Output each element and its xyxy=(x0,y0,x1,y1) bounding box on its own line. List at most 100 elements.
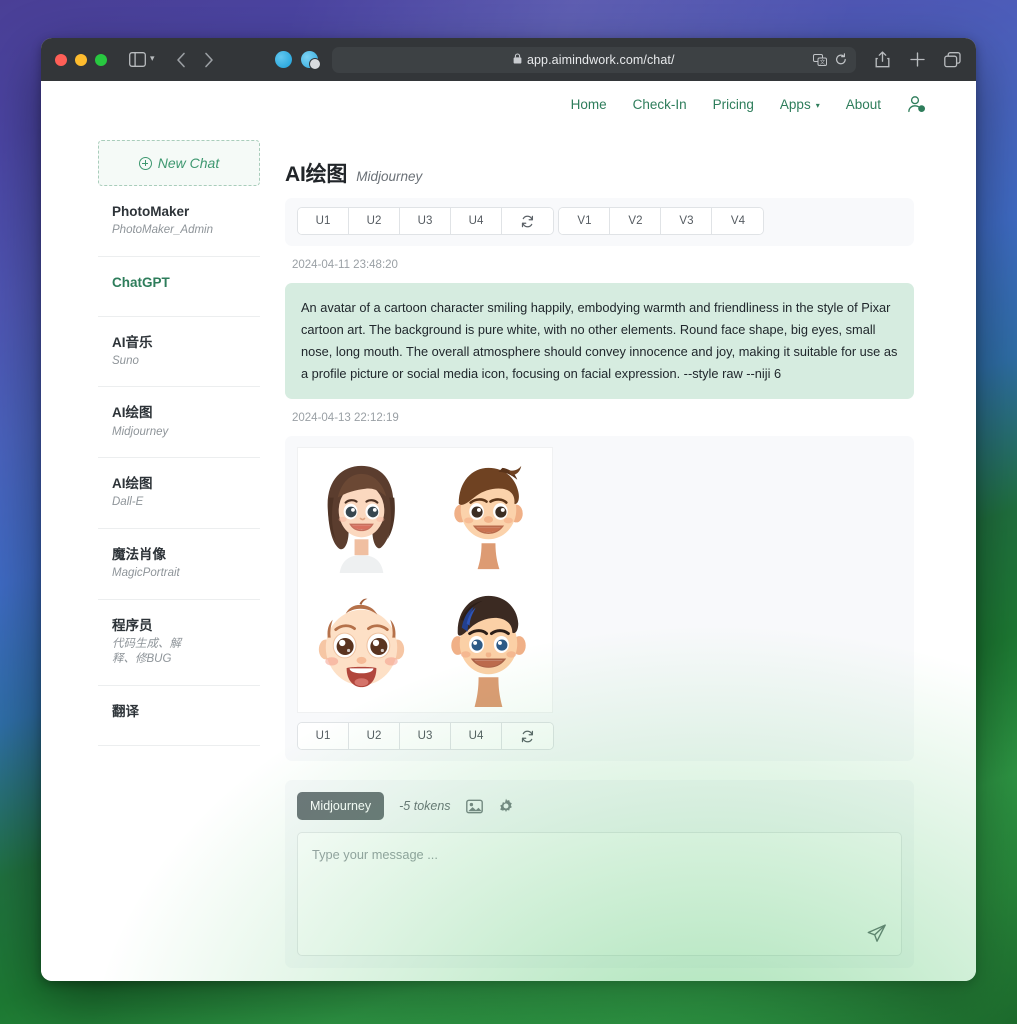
nav-item-pricing-label: Pricing xyxy=(712,96,754,112)
maximize-window-button[interactable] xyxy=(95,53,107,66)
chat-transcript[interactable]: U1 U2 U3 U4 V1 V2 V3 V4 2024-04-11 23:48… xyxy=(285,194,914,968)
generated-image-3[interactable] xyxy=(298,580,425,712)
refresh-icon[interactable] xyxy=(502,208,553,234)
new-chat-button[interactable]: New Chat xyxy=(98,140,260,186)
extension-icons xyxy=(274,51,321,70)
sidebar-item-ai-draw-dalle[interactable]: AI绘图 Dall-E xyxy=(98,458,260,529)
model-selector-chip[interactable]: Midjourney xyxy=(297,792,385,820)
address-bar[interactable]: app.aimindwork.com/chat/ 文 xyxy=(331,46,856,73)
sidebar-item-title: 翻译 xyxy=(112,703,139,719)
page-title: AI绘图 Midjourney xyxy=(285,127,914,188)
sidebar-item-translate[interactable]: 翻译 xyxy=(98,686,260,746)
message-timestamp: 2024-04-13 22:12:19 xyxy=(292,412,399,424)
sidebar-item-title: ChatGPT xyxy=(112,274,170,290)
nav-item-home-label: Home xyxy=(570,96,607,112)
sidebar-item-subtitle: Dall-E xyxy=(112,496,144,509)
extension-one-icon[interactable] xyxy=(274,51,292,68)
variation-v3-button[interactable]: V3 xyxy=(661,208,713,234)
upscale-button-group: U1 U2 U3 U4 xyxy=(297,722,554,750)
nav-item-check-in[interactable]: Check-In xyxy=(633,97,687,112)
message-composer: Midjourney -5 tokens xyxy=(285,780,914,968)
refresh-icon[interactable] xyxy=(502,723,553,749)
extension-two-icon[interactable] xyxy=(300,51,321,70)
sidebar-toggle-icon[interactable] xyxy=(126,49,148,71)
message-input[interactable] xyxy=(298,833,901,955)
tab-overview-icon[interactable] xyxy=(942,50,962,70)
sidebar-item-subtitle: PhotoMaker_Admin xyxy=(112,224,213,237)
upscale-u4-button[interactable]: U4 xyxy=(451,208,502,234)
nav-item-apps-label: Apps xyxy=(779,96,811,112)
lock-icon xyxy=(513,52,522,67)
image-attach-icon[interactable] xyxy=(465,799,483,814)
upscale-u4-button[interactable]: U4 xyxy=(451,723,502,749)
plus-circle-icon xyxy=(138,156,152,170)
variation-v4-button[interactable]: V4 xyxy=(712,208,764,234)
sidebar-item-subtitle: MagicPortrait xyxy=(112,567,180,580)
upscale-u2-button[interactable]: U2 xyxy=(349,208,400,234)
image-grid[interactable] xyxy=(297,447,553,713)
forward-arrow-icon[interactable] xyxy=(197,48,221,72)
variation-button-group: V1 V2 V3 V4 xyxy=(558,207,765,235)
sidebar-item-title: AI音乐 xyxy=(112,334,153,350)
generated-image-panel: U1 U2 U3 U4 xyxy=(285,436,914,761)
variation-v2-button[interactable]: V2 xyxy=(610,208,662,234)
reload-icon[interactable] xyxy=(835,53,847,66)
action-panel-previous: U1 U2 U3 U4 V1 V2 V3 V4 xyxy=(285,198,914,246)
sidebar-item-chatgpt[interactable]: ChatGPT xyxy=(98,257,260,317)
sidebar-item-title: AI绘图 xyxy=(112,405,153,421)
upscale-u1-button[interactable]: U1 xyxy=(298,723,349,749)
upscale-u1-button[interactable]: U1 xyxy=(298,208,349,234)
svg-text:文: 文 xyxy=(820,58,826,66)
nav-item-about-label: About xyxy=(845,96,881,112)
chat-main: AI绘图 Midjourney U1 U2 U3 U4 V1 V2 V3 V4 … xyxy=(260,127,976,981)
page-title-sub: Midjourney xyxy=(356,169,423,184)
sidebar-item-programmer[interactable]: 程序员 代码生成、解释、修BUG xyxy=(98,600,260,686)
nav-item-apps[interactable]: Apps ▾ xyxy=(780,97,820,112)
back-arrow-icon[interactable] xyxy=(169,48,193,72)
sidebar-item-photomaker[interactable]: PhotoMaker PhotoMaker_Admin xyxy=(98,186,260,257)
upscale-u3-button[interactable]: U3 xyxy=(400,723,451,749)
nav-item-check-in-label: Check-In xyxy=(632,96,687,112)
nav-item-pricing[interactable]: Pricing xyxy=(713,97,754,112)
translate-icon[interactable]: 文 xyxy=(813,53,827,66)
web-page: Home Check-In Pricing Apps ▾ About New C… xyxy=(41,81,976,981)
sidebar-item-subtitle: Midjourney xyxy=(112,425,169,438)
plus-icon[interactable] xyxy=(907,50,927,70)
nav-item-about[interactable]: About xyxy=(846,97,881,112)
token-cost-label: -5 tokens xyxy=(399,799,451,813)
sidebar-item-magic-portrait[interactable]: 魔法肖像 MagicPortrait xyxy=(98,529,260,600)
page-title-main: AI绘图 xyxy=(285,163,348,186)
sidebar-item-ai-draw-midjourney[interactable]: AI绘图 Midjourney xyxy=(98,387,260,459)
chevron-down-icon[interactable]: ▾ xyxy=(150,53,155,64)
page-content: New Chat PhotoMaker PhotoMaker_Admin Cha… xyxy=(41,127,976,981)
url-text: app.aimindwork.com/chat/ xyxy=(526,52,675,67)
sidebar-item-ai-music-suno[interactable]: AI音乐 Suno xyxy=(98,317,260,388)
minimize-window-button[interactable] xyxy=(75,53,87,66)
nav-item-home[interactable]: Home xyxy=(571,97,607,112)
browser-right-actions xyxy=(872,50,962,70)
generated-image-4[interactable] xyxy=(425,580,552,712)
composer-toolbar: Midjourney -5 tokens xyxy=(297,792,902,832)
address-bar-actions: 文 xyxy=(813,47,847,73)
sidebar-item-title: PhotoMaker xyxy=(112,204,190,219)
user-prompt-bubble: An avatar of a cartoon character smiling… xyxy=(285,283,914,399)
generated-image-1[interactable] xyxy=(298,448,425,580)
upscale-button-group: U1 U2 U3 U4 xyxy=(297,207,554,235)
user-account-icon[interactable] xyxy=(907,95,926,113)
send-paper-plane-icon[interactable] xyxy=(866,923,887,944)
close-window-button[interactable] xyxy=(55,53,67,66)
generated-image-2[interactable] xyxy=(425,448,552,580)
upscale-u3-button[interactable]: U3 xyxy=(400,208,451,234)
gear-icon[interactable] xyxy=(498,798,514,814)
sidebar-item-title: 程序员 xyxy=(112,617,153,633)
share-icon[interactable] xyxy=(872,50,892,70)
variation-v1-button[interactable]: V1 xyxy=(559,208,611,234)
sidebar-item-title: 魔法肖像 xyxy=(112,546,166,562)
sidebar-item-title: AI绘图 xyxy=(112,476,153,492)
window-controls xyxy=(55,53,107,66)
desktop-background: ▾ app.aimindwork.com/chat/ 文 Home Check-… xyxy=(0,0,1017,1024)
upscale-u2-button[interactable]: U2 xyxy=(349,723,400,749)
chat-sidebar: New Chat PhotoMaker PhotoMaker_Admin Cha… xyxy=(98,127,260,981)
browser-toolbar: ▾ app.aimindwork.com/chat/ 文 xyxy=(41,38,976,81)
chevron-down-icon: ▾ xyxy=(815,100,820,110)
